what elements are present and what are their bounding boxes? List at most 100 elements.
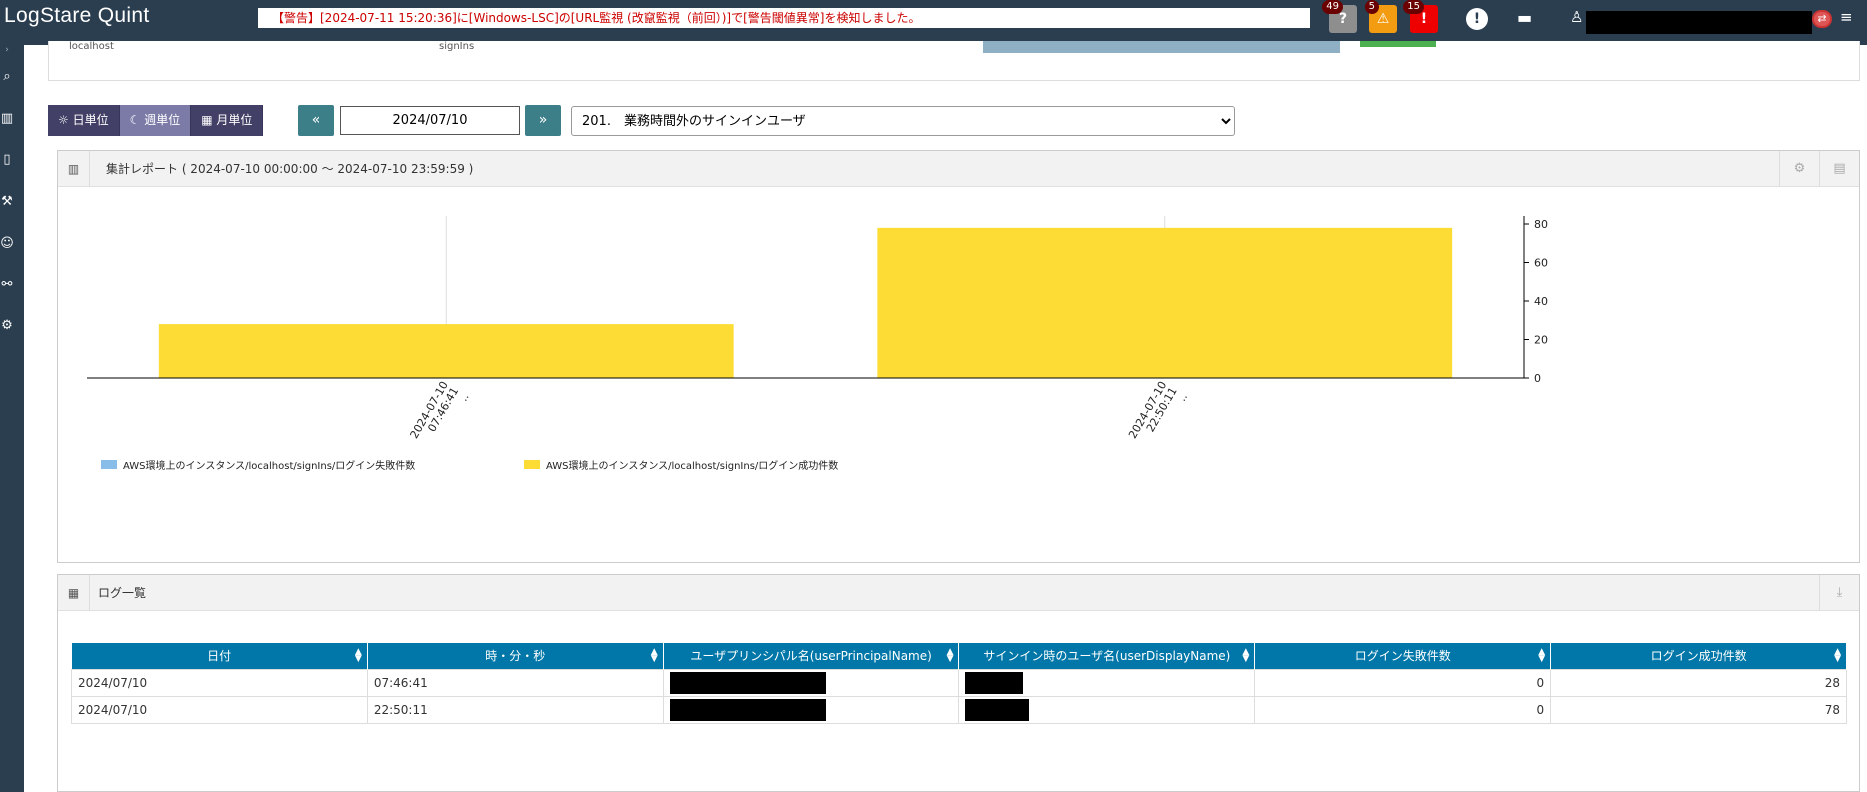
column-header-success[interactable]: ログイン成功件数 ▲ ▼ <box>1550 643 1847 669</box>
report-select[interactable]: 201. 業務時間外のサインインユーザ <box>571 106 1235 136</box>
cell-principal <box>662 668 960 697</box>
week-unit-label: 週単位 <box>144 113 181 127</box>
question-icon[interactable]: ? 49 <box>1322 0 1357 33</box>
book-icon[interactable]: ▯ <box>0 153 14 167</box>
sort-icon: ▲ ▼ <box>1538 647 1546 664</box>
user-name-redacted[interactable] <box>1586 11 1812 34</box>
sort-icon: ▲ ▼ <box>650 647 658 664</box>
warning-icon[interactable]: ⚠ 5 <box>1364 0 1397 33</box>
user-icon[interactable]: ♙ <box>1570 8 1583 26</box>
cell-failed: 0 <box>1254 668 1552 697</box>
day-unit-button[interactable]: ☼ 日単位 <box>48 105 120 136</box>
cell-failed: 0 <box>1254 695 1552 724</box>
log-list-panel: ▦ ログ一覧 ⤓ 日付 ▲ ▼ 時・分・秒 ▲ ▼ ユーザプリンシパル名(userPri… <box>57 574 1860 792</box>
legend-label: AWS環境上のインスタンス/localhost/signIns/ログイン失敗件数 <box>123 459 415 472</box>
chart-panel-header: ▥ 集計レポート ( 2024-07-10 00:00:00 ～ 2024-07… <box>58 151 1859 187</box>
y-tick-label: 60 <box>1534 257 1548 270</box>
sort-icon: ▲ ▼ <box>354 647 362 664</box>
y-tick-label: 40 <box>1534 295 1548 308</box>
wrench-icon[interactable]: ⚒ <box>0 195 14 209</box>
aggregate-report-panel: ▥ 集計レポート ( 2024-07-10 00:00:00 ～ 2024-07… <box>57 150 1860 563</box>
moon-icon: ☾ <box>129 113 141 127</box>
gear-icon[interactable]: ⚙ <box>0 319 14 333</box>
search-icon[interactable]: ⌕ <box>0 70 14 84</box>
bar-success <box>158 324 734 378</box>
info-count-badge: 49 <box>1322 0 1343 14</box>
redacted-block <box>965 698 1030 721</box>
x-tick-label-line: .. <box>457 391 472 404</box>
next-date-button[interactable]: » <box>525 105 561 136</box>
sun-icon: ☼ <box>58 113 69 127</box>
cell-principal <box>662 695 960 724</box>
top-panel-status <box>1360 41 1436 47</box>
collapse-icon[interactable]: › <box>0 43 14 57</box>
x-tick-label: 2024-07-1007:46:41.. <box>408 379 472 453</box>
table-header-row: 日付 ▲ ▼ 時・分・秒 ▲ ▼ ユーザプリンシパル名(userPrincipalNam… <box>71 643 1847 669</box>
bar-chart-icon: ▥ <box>58 151 90 187</box>
y-tick-label: 0 <box>1534 372 1541 385</box>
table-icon: ▦ <box>58 575 90 611</box>
logout-icon[interactable]: ⇄ <box>1812 10 1832 28</box>
cell-success: 28 <box>1550 668 1847 697</box>
period-selector: ☼ 日単位 ☾ 週単位 ▦ 月単位 <box>48 105 264 136</box>
double-left-icon: « <box>311 112 321 128</box>
table-row[interactable]: 2024/07/10 07:46:41 0 28 <box>71 668 1847 697</box>
month-unit-button[interactable]: ▦ 月単位 <box>191 105 264 136</box>
top-panel-cell-2: signIns <box>439 41 475 52</box>
column-header-principal[interactable]: ユーザプリンシパル名(userPrincipalName) ▲ ▼ <box>663 643 960 669</box>
previous-date-button[interactable]: « <box>298 105 334 136</box>
top-panel-bar <box>983 41 1340 53</box>
menu-icon[interactable]: ≡ <box>1840 8 1853 26</box>
sort-icon: ▲ ▼ <box>946 647 954 664</box>
legend-label: AWS環境上のインスタンス/localhost/signIns/ログイン成功件数 <box>546 459 838 472</box>
cell-date: 2024/07/10 <box>71 668 368 697</box>
column-header-time[interactable]: 時・分・秒 ▲ ▼ <box>367 643 664 669</box>
error-icon[interactable]: ! 15 <box>1403 0 1438 33</box>
cell-success: 78 <box>1550 695 1847 724</box>
exclamation-icon[interactable]: ! <box>1466 8 1488 30</box>
week-unit-button[interactable]: ☾ 週単位 <box>119 105 192 136</box>
calendar-icon: ▦ <box>201 113 213 127</box>
chat-icon[interactable]: ▬ <box>1517 8 1532 27</box>
pdf-icon[interactable]: ▤ <box>1819 151 1859 187</box>
log-panel-header: ▦ ログ一覧 ⤓ <box>58 575 1859 611</box>
error-count-badge: 15 <box>1403 0 1424 14</box>
cell-time: 22:50:11 <box>366 695 664 724</box>
cell-display-name <box>958 695 1256 724</box>
day-unit-label: 日単位 <box>72 113 109 127</box>
column-header-date[interactable]: 日付 ▲ ▼ <box>71 643 368 669</box>
bar-success <box>877 227 1453 378</box>
cell-display-name <box>958 668 1256 697</box>
y-tick-label: 80 <box>1534 218 1548 231</box>
y-tick-label: 20 <box>1534 334 1548 347</box>
column-header-failed[interactable]: ログイン失敗件数 ▲ ▼ <box>1254 643 1552 669</box>
month-unit-label: 月単位 <box>216 113 253 127</box>
table-row[interactable]: 2024/07/10 22:50:11 0 78 <box>71 695 1847 724</box>
redacted-block <box>669 698 826 721</box>
x-tick-label-line: .. <box>1175 391 1190 404</box>
main-content: localhost signIns ☼ 日単位 ☾ 週単位 ▦ 月単位 « » … <box>24 41 1867 792</box>
sidebar: › ⌕ ▥ ▯ ⚒ ☺ ⚯ ⚙ <box>0 45 24 792</box>
cell-time: 07:46:41 <box>366 668 664 697</box>
legend-swatch <box>524 460 540 469</box>
download-icon[interactable]: ⤓ <box>1819 575 1859 611</box>
x-tick-label: 2024-07-1022:50:11.. <box>1126 379 1190 453</box>
cell-date: 2024/07/10 <box>71 695 368 724</box>
sort-icon: ▲ ▼ <box>1834 647 1841 664</box>
users-icon[interactable]: ☺ <box>0 237 14 251</box>
legend-swatch <box>101 460 117 469</box>
chart-icon[interactable]: ▥ <box>0 112 14 126</box>
top-bar: LogStare Quint 【警告】[2024-07-11 15:20:36]… <box>0 0 1867 45</box>
column-header-display-name[interactable]: サインイン時のユーザ名(userDisplayName) ▲ ▼ <box>958 643 1256 669</box>
double-right-icon: » <box>538 112 548 128</box>
settings-gear-icon[interactable]: ⚙ <box>1779 151 1819 187</box>
date-input[interactable] <box>340 106 520 135</box>
network-icon[interactable]: ⚯ <box>0 278 14 292</box>
chart-panel-title: 集計レポート ( 2024-07-10 00:00:00 ～ 2024-07-1… <box>106 162 474 176</box>
previous-panel-bottom: localhost signIns <box>48 41 1860 81</box>
sort-icon: ▲ ▼ <box>1242 647 1250 664</box>
log-table: 日付 ▲ ▼ 時・分・秒 ▲ ▼ ユーザプリンシパル名(userPrincipalNam… <box>71 643 1847 724</box>
app-title[interactable]: LogStare Quint <box>4 4 149 28</box>
redacted-block <box>965 671 1024 694</box>
alert-message[interactable]: 【警告】[2024-07-11 15:20:36]に[Windows-LSC]の… <box>258 8 1310 28</box>
